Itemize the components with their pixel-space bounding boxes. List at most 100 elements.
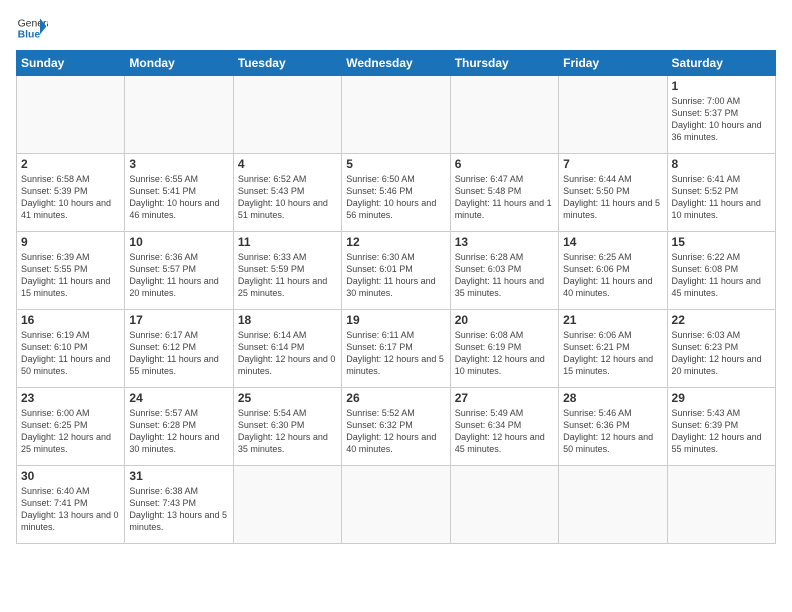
day-number: 18 bbox=[238, 313, 337, 327]
calendar-cell: 14 Sunrise: 6:25 AM Sunset: 6:06 PM Dayli… bbox=[559, 232, 667, 310]
calendar-cell: 21Sunrise: 6:06 AM Sunset: 6:21 PM Dayli… bbox=[559, 310, 667, 388]
calendar-cell bbox=[233, 466, 341, 544]
day-number: 7 bbox=[563, 157, 662, 171]
day-info: Sunrise: 6:19 AM Sunset: 6:10 PM Dayligh… bbox=[21, 329, 120, 378]
day-number: 6 bbox=[455, 157, 554, 171]
day-number: 4 bbox=[238, 157, 337, 171]
day-header-sunday: Sunday bbox=[17, 51, 125, 76]
calendar-cell: 9Sunrise: 6:39 AM Sunset: 5:55 PM Daylig… bbox=[17, 232, 125, 310]
day-number: 19 bbox=[346, 313, 445, 327]
calendar-cell bbox=[342, 76, 450, 154]
calendar-week-1: 1 Sunrise: 7:00 AM Sunset: 5:37 PM Daylig… bbox=[17, 76, 776, 154]
generalblue-logo-icon: General Blue bbox=[16, 12, 48, 44]
day-info: Sunrise: 6:06 AM Sunset: 6:21 PM Dayligh… bbox=[563, 329, 662, 378]
day-number: 2 bbox=[21, 157, 120, 171]
day-number: 25 bbox=[238, 391, 337, 405]
day-info: Sunrise: 6:25 AM Sunset: 6:06 PM Dayligh… bbox=[563, 251, 662, 300]
day-number: 22 bbox=[672, 313, 771, 327]
day-number: 16 bbox=[21, 313, 120, 327]
day-info: Sunrise: 6:40 AM Sunset: 7:41 PM Dayligh… bbox=[21, 485, 120, 534]
calendar-cell: 26Sunrise: 5:52 AM Sunset: 6:32 PM Dayli… bbox=[342, 388, 450, 466]
calendar-cell: 2 Sunrise: 6:58 AM Sunset: 5:39 PM Daylig… bbox=[17, 154, 125, 232]
day-info: Sunrise: 6:33 AM Sunset: 5:59 PM Dayligh… bbox=[238, 251, 337, 300]
day-number: 15 bbox=[672, 235, 771, 249]
day-header-thursday: Thursday bbox=[450, 51, 558, 76]
day-number: 24 bbox=[129, 391, 228, 405]
calendar-cell bbox=[559, 76, 667, 154]
calendar-week-4: 16 Sunrise: 6:19 AM Sunset: 6:10 PM Dayli… bbox=[17, 310, 776, 388]
calendar-cell bbox=[667, 466, 775, 544]
day-info: Sunrise: 6:03 AM Sunset: 6:23 PM Dayligh… bbox=[672, 329, 771, 378]
day-info: Sunrise: 6:55 AM Sunset: 5:41 PM Dayligh… bbox=[129, 173, 228, 222]
day-number: 30 bbox=[21, 469, 120, 483]
day-number: 29 bbox=[672, 391, 771, 405]
day-info: Sunrise: 6:14 AM Sunset: 6:14 PM Dayligh… bbox=[238, 329, 337, 378]
calendar-cell bbox=[125, 76, 233, 154]
day-info: Sunrise: 5:46 AM Sunset: 6:36 PM Dayligh… bbox=[563, 407, 662, 456]
day-header-row: SundayMondayTuesdayWednesdayThursdayFrid… bbox=[17, 51, 776, 76]
calendar-cell: 17 Sunrise: 6:17 AM Sunset: 6:12 PM Dayli… bbox=[125, 310, 233, 388]
calendar-week-6: 30 Sunrise: 6:40 AM Sunset: 7:41 PM Dayli… bbox=[17, 466, 776, 544]
calendar-cell: 8 Sunrise: 6:41 AM Sunset: 5:52 PM Daylig… bbox=[667, 154, 775, 232]
calendar-cell: 11 Sunrise: 6:33 AM Sunset: 5:59 PM Dayli… bbox=[233, 232, 341, 310]
day-info: Sunrise: 6:11 AM Sunset: 6:17 PM Dayligh… bbox=[346, 329, 445, 378]
calendar-cell: 19 Sunrise: 6:11 AM Sunset: 6:17 PM Dayli… bbox=[342, 310, 450, 388]
calendar-cell bbox=[450, 76, 558, 154]
calendar-week-5: 23Sunrise: 6:00 AM Sunset: 6:25 PM Dayli… bbox=[17, 388, 776, 466]
calendar-cell: 1 Sunrise: 7:00 AM Sunset: 5:37 PM Daylig… bbox=[667, 76, 775, 154]
day-info: Sunrise: 6:44 AM Sunset: 5:50 PM Dayligh… bbox=[563, 173, 662, 222]
calendar-cell: 25Sunrise: 5:54 AM Sunset: 6:30 PM Dayli… bbox=[233, 388, 341, 466]
day-number: 12 bbox=[346, 235, 445, 249]
day-info: Sunrise: 6:47 AM Sunset: 5:48 PM Dayligh… bbox=[455, 173, 554, 222]
day-info: Sunrise: 5:49 AM Sunset: 6:34 PM Dayligh… bbox=[455, 407, 554, 456]
calendar-cell bbox=[233, 76, 341, 154]
day-number: 31 bbox=[129, 469, 228, 483]
calendar-cell: 4 Sunrise: 6:52 AM Sunset: 5:43 PM Daylig… bbox=[233, 154, 341, 232]
day-number: 5 bbox=[346, 157, 445, 171]
day-header-tuesday: Tuesday bbox=[233, 51, 341, 76]
day-info: Sunrise: 6:28 AM Sunset: 6:03 PM Dayligh… bbox=[455, 251, 554, 300]
day-info: Sunrise: 6:30 AM Sunset: 6:01 PM Dayligh… bbox=[346, 251, 445, 300]
day-info: Sunrise: 6:17 AM Sunset: 6:12 PM Dayligh… bbox=[129, 329, 228, 378]
day-info: Sunrise: 7:00 AM Sunset: 5:37 PM Dayligh… bbox=[672, 95, 771, 144]
day-number: 28 bbox=[563, 391, 662, 405]
day-info: Sunrise: 5:57 AM Sunset: 6:28 PM Dayligh… bbox=[129, 407, 228, 456]
calendar-cell: 27 Sunrise: 5:49 AM Sunset: 6:34 PM Dayli… bbox=[450, 388, 558, 466]
day-header-friday: Friday bbox=[559, 51, 667, 76]
day-number: 14 bbox=[563, 235, 662, 249]
day-number: 27 bbox=[455, 391, 554, 405]
calendar-cell: 10Sunrise: 6:36 AM Sunset: 5:57 PM Dayli… bbox=[125, 232, 233, 310]
day-number: 8 bbox=[672, 157, 771, 171]
day-header-monday: Monday bbox=[125, 51, 233, 76]
day-info: Sunrise: 6:52 AM Sunset: 5:43 PM Dayligh… bbox=[238, 173, 337, 222]
day-number: 9 bbox=[21, 235, 120, 249]
day-info: Sunrise: 6:41 AM Sunset: 5:52 PM Dayligh… bbox=[672, 173, 771, 222]
logo: General Blue bbox=[16, 12, 48, 44]
calendar-cell: 31 Sunrise: 6:38 AM Sunset: 7:43 PM Dayli… bbox=[125, 466, 233, 544]
calendar-cell: 16 Sunrise: 6:19 AM Sunset: 6:10 PM Dayli… bbox=[17, 310, 125, 388]
day-header-wednesday: Wednesday bbox=[342, 51, 450, 76]
day-number: 1 bbox=[672, 79, 771, 93]
day-number: 17 bbox=[129, 313, 228, 327]
calendar-body: 1 Sunrise: 7:00 AM Sunset: 5:37 PM Daylig… bbox=[17, 76, 776, 544]
calendar-cell: 7 Sunrise: 6:44 AM Sunset: 5:50 PM Daylig… bbox=[559, 154, 667, 232]
day-number: 23 bbox=[21, 391, 120, 405]
day-number: 20 bbox=[455, 313, 554, 327]
day-number: 13 bbox=[455, 235, 554, 249]
day-number: 26 bbox=[346, 391, 445, 405]
calendar-cell: 29Sunrise: 5:43 AM Sunset: 6:39 PM Dayli… bbox=[667, 388, 775, 466]
header: General Blue bbox=[16, 12, 776, 44]
day-header-saturday: Saturday bbox=[667, 51, 775, 76]
calendar-cell bbox=[342, 466, 450, 544]
calendar-cell: 22 Sunrise: 6:03 AM Sunset: 6:23 PM Dayli… bbox=[667, 310, 775, 388]
calendar-cell: 6 Sunrise: 6:47 AM Sunset: 5:48 PM Daylig… bbox=[450, 154, 558, 232]
svg-text:Blue: Blue bbox=[18, 30, 41, 41]
day-info: Sunrise: 6:22 AM Sunset: 6:08 PM Dayligh… bbox=[672, 251, 771, 300]
day-info: Sunrise: 6:38 AM Sunset: 7:43 PM Dayligh… bbox=[129, 485, 228, 534]
day-info: Sunrise: 6:58 AM Sunset: 5:39 PM Dayligh… bbox=[21, 173, 120, 222]
calendar-cell: 23Sunrise: 6:00 AM Sunset: 6:25 PM Dayli… bbox=[17, 388, 125, 466]
day-number: 11 bbox=[238, 235, 337, 249]
calendar-week-2: 2 Sunrise: 6:58 AM Sunset: 5:39 PM Daylig… bbox=[17, 154, 776, 232]
day-info: Sunrise: 6:50 AM Sunset: 5:46 PM Dayligh… bbox=[346, 173, 445, 222]
calendar-cell: 20Sunrise: 6:08 AM Sunset: 6:19 PM Dayli… bbox=[450, 310, 558, 388]
